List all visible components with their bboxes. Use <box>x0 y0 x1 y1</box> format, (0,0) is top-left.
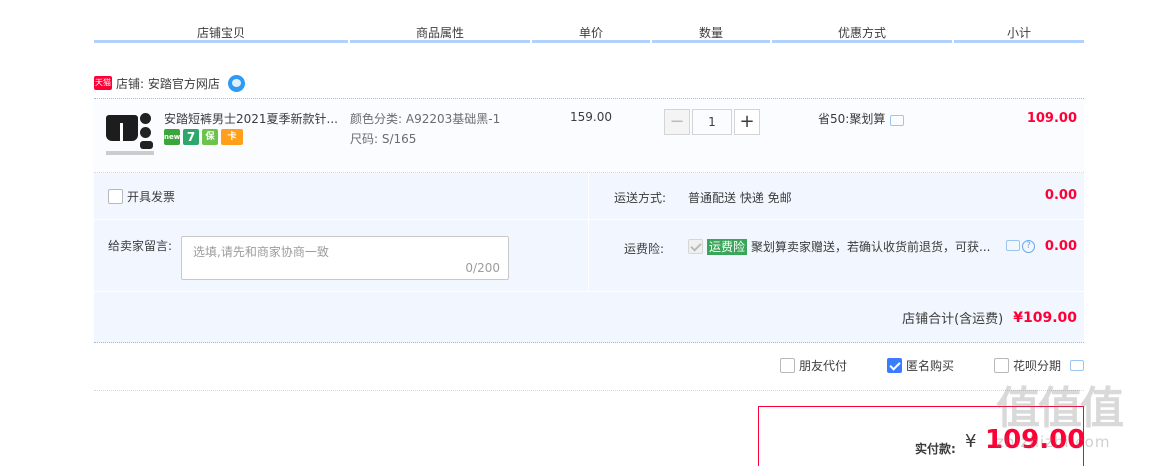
friend-pay-checkbox[interactable] <box>780 358 795 373</box>
header-col-subtotal: 小计 <box>954 20 1084 43</box>
anonymous-option[interactable]: 匿名购买 <box>887 357 954 374</box>
huabei-checkbox[interactable] <box>994 358 1010 373</box>
thumb-dot-icon <box>140 141 153 149</box>
product-title-link[interactable]: 安踏短裤男士2021夏季新款针... <box>164 110 344 127</box>
item-subtotal: 109.00 <box>1026 111 1077 126</box>
currency-symbol: ¥ <box>965 431 977 452</box>
invoice-option[interactable]: 开具发票 <box>108 188 175 205</box>
help-question-icon[interactable]: ? <box>1022 240 1035 253</box>
thumb-caption <box>106 151 154 155</box>
new-badge-icon[interactable]: new <box>164 129 180 145</box>
cart-item-row: 安踏短裤男士2021夏季新款针... new 7 保 卡 颜色分类: A9220… <box>94 98 1084 173</box>
insurance-checkbox[interactable] <box>688 239 703 254</box>
shipping-method: 普通配送 快递 免邮 <box>688 191 792 205</box>
shipping-label: 运送方式: <box>614 191 667 205</box>
promo-text: 省50:聚划算 <box>818 112 886 126</box>
watermark-url: zhizhizhi.com <box>996 433 1111 451</box>
header-col-qty: 数量 <box>652 20 770 43</box>
memo-char-count: 0/200 <box>465 261 500 275</box>
huabei-label: 花呗分期 <box>1013 359 1062 373</box>
shop-total-label: 店铺合计(含运费) <box>902 312 1004 327</box>
insurance-help: ? <box>1006 240 1035 253</box>
tmall-icon: 天猫 <box>94 76 112 90</box>
guarantee-icon[interactable]: 保 <box>202 129 218 145</box>
memo-placeholder: 选填,请先和商家协商一致 <box>193 245 329 259</box>
quantity-stepper: − 1 + <box>664 109 760 135</box>
insurance-message-icon[interactable] <box>1006 240 1020 251</box>
insurance-tag: 运费险 <box>707 238 748 255</box>
header-col-item: 店铺宝贝 <box>94 20 348 43</box>
friend-pay-label: 朋友代付 <box>799 359 848 373</box>
panel-divider <box>94 291 1084 292</box>
friend-pay-option[interactable]: 朋友代付 <box>780 357 847 374</box>
shipping-fee: 0.00 <box>1044 188 1077 203</box>
top-cut-text <box>94 0 214 4</box>
promo-method: 省50:聚划算 <box>818 110 905 127</box>
shop-total-value: ¥109.00 <box>1013 309 1077 326</box>
invoice-label: 开具发票 <box>127 190 176 204</box>
header-col-price: 单价 <box>532 20 650 43</box>
product-thumbnail[interactable] <box>106 111 154 159</box>
invoice-checkbox[interactable] <box>108 189 123 204</box>
unit-price: 159.00 <box>570 110 612 124</box>
thumb-dot-icon <box>140 113 151 124</box>
anonymous-checkbox[interactable] <box>887 358 903 373</box>
shop-name-link[interactable]: 店铺: 安踏官方网店 <box>116 75 220 92</box>
huabei-message-icon[interactable] <box>1070 360 1085 371</box>
insurance-description: 聚划算卖家赠送，若确认收货前退货，可获... <box>751 240 991 254</box>
cart-table-header: 店铺宝贝 商品属性 单价 数量 优惠方式 小计 <box>94 20 1084 46</box>
options-divider <box>94 390 1084 391</box>
anonymous-label: 匿名购买 <box>906 359 955 373</box>
quantity-minus-button[interactable]: − <box>664 109 690 135</box>
thumb-dot-icon <box>140 127 151 138</box>
huabei-option[interactable]: 花呗分期 <box>994 357 1085 374</box>
seven-day-return-icon[interactable]: 7 <box>183 129 199 145</box>
header-col-attr: 商品属性 <box>350 20 530 43</box>
memo-label: 给卖家留言: <box>108 239 173 253</box>
panel-divider <box>588 173 589 291</box>
shop-total: 店铺合计(含运费) ¥109.00 <box>902 308 1077 328</box>
attr-size: 尺码: S/165 <box>350 132 417 146</box>
insurance-label: 运费险: <box>624 242 665 256</box>
header-col-promo: 优惠方式 <box>772 20 952 43</box>
wangwang-chat-icon[interactable] <box>227 74 245 92</box>
insurance-option: 运费险 聚划算卖家赠送，若确认收货前退货，可获... <box>688 238 991 255</box>
watermark-logo: 值值值 <box>996 383 1124 434</box>
payment-options: 朋友代付 匿名购买 花呗分期 <box>780 357 1085 374</box>
memo-textarea[interactable]: 选填,请先和商家协商一致 0/200 <box>181 236 509 280</box>
panel-divider <box>94 219 1084 220</box>
promo-message-icon[interactable] <box>890 115 905 126</box>
product-badges: new 7 保 卡 <box>164 129 243 145</box>
shop-row: 天猫 店铺: 安踏官方网店 <box>94 72 245 94</box>
site-watermark: 值值值 zhizhizhi.com <box>996 384 1141 460</box>
actual-payment-label: 实付款: <box>915 442 956 456</box>
shorts-image-icon <box>106 115 138 141</box>
attr-color: 颜色分类: A92203基础黑-1 <box>350 112 501 126</box>
insurance-fee: 0.00 <box>1044 239 1077 254</box>
quantity-plus-button[interactable]: + <box>734 109 760 135</box>
card-pay-icon[interactable]: 卡 <box>221 129 243 145</box>
order-options-panel: 开具发票 运送方式: 普通配送 快递 免邮 0.00 给卖家留言: 选填,请先和… <box>94 173 1084 343</box>
quantity-input[interactable]: 1 <box>692 109 732 135</box>
